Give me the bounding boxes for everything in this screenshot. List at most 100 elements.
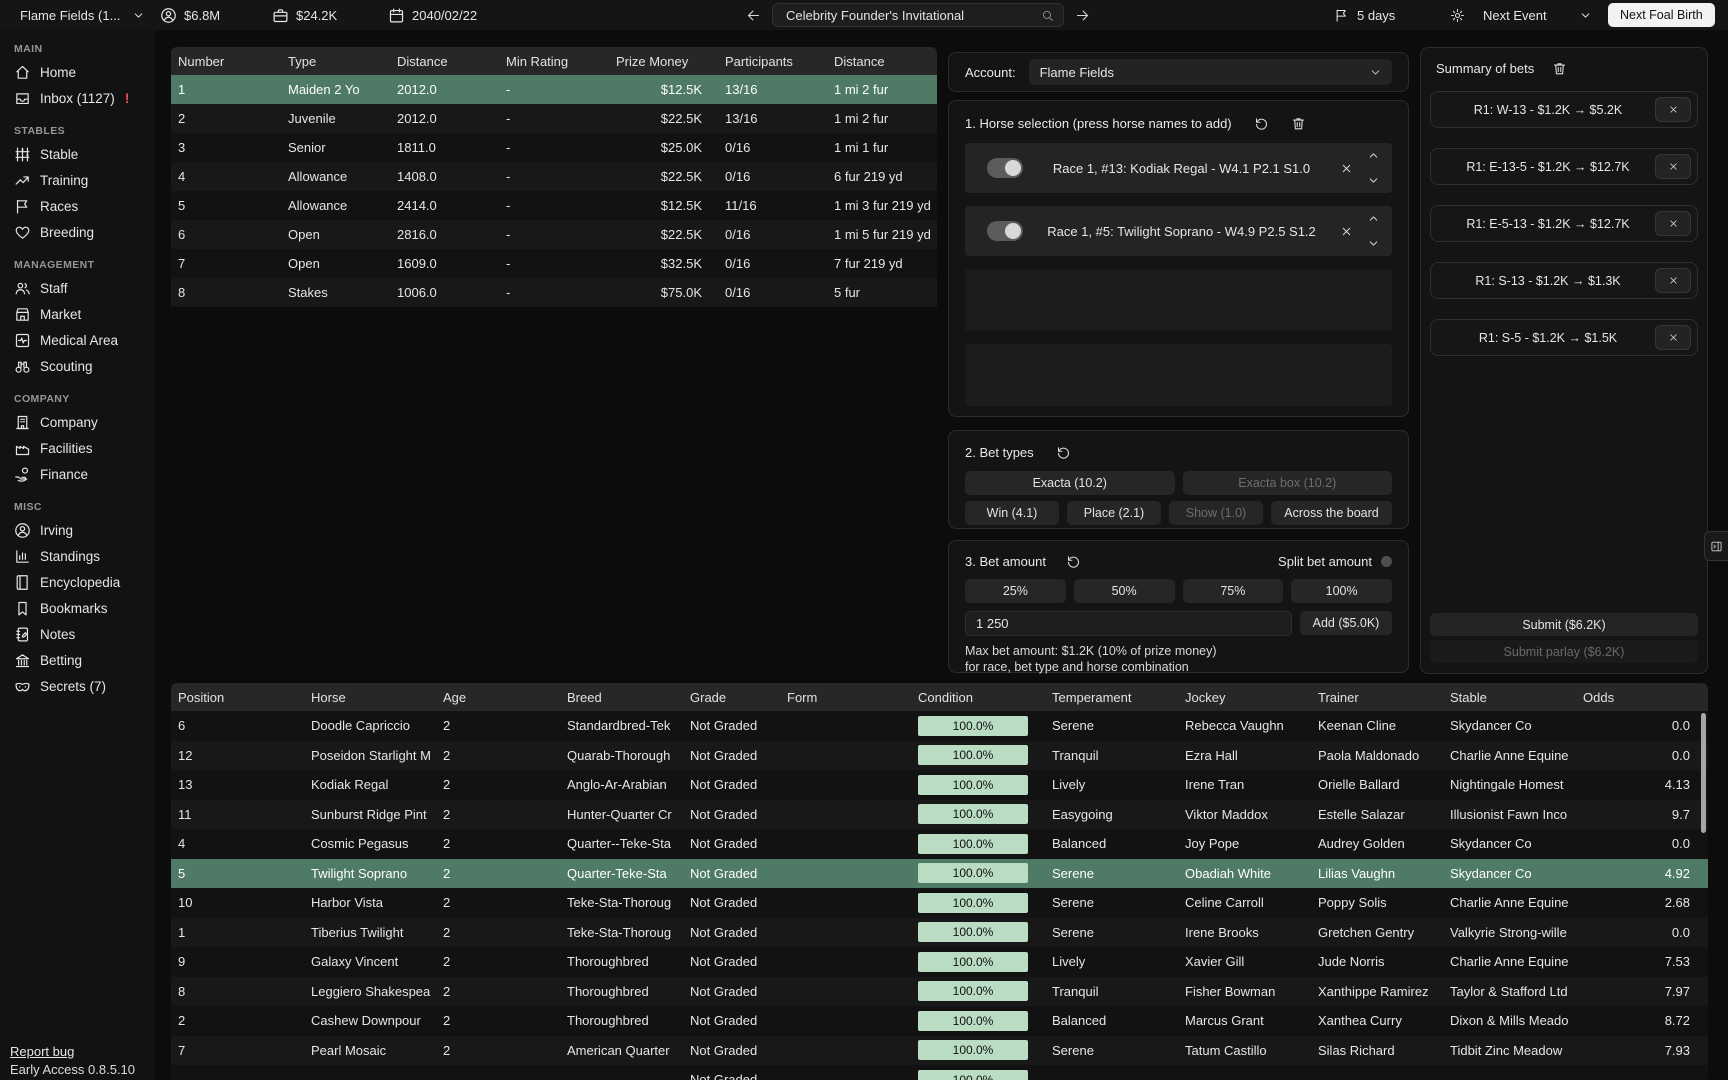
bet-type-button-show-1-0[interactable]: Show (1.0): [1169, 501, 1263, 525]
submit-parlay-button[interactable]: Submit parlay ($6.2K): [1430, 640, 1698, 663]
remove-bet-button[interactable]: [1655, 211, 1691, 236]
race-cell: 1: [171, 82, 281, 97]
vertical-scrollbar[interactable]: [1701, 713, 1706, 833]
race-row[interactable]: 7Open1609.0-$32.5K0/167 fur 219 yd: [171, 249, 937, 278]
race-row[interactable]: 3Senior1811.0-$25.0K0/161 mi 1 fur: [171, 133, 937, 162]
sidebar-item-home[interactable]: Home: [14, 59, 155, 85]
topbar: Flame Fields (1... $6.8M $24.2K 2040/02/…: [0, 0, 1728, 30]
sidebar-item-bookmarks[interactable]: Bookmarks: [14, 595, 155, 621]
sidebar-item-irving[interactable]: Irving: [14, 517, 155, 543]
horse-row[interactable]: 1Tiberius Twilight2Teke-Sta-ThorougNot G…: [171, 918, 1708, 948]
sidebar-item-medical-area[interactable]: Medical Area: [14, 327, 155, 353]
sidebar-item-finance[interactable]: Finance: [14, 461, 155, 487]
race-row[interactable]: 2Juvenile2012.0-$22.5K13/161 mi 2 fur: [171, 104, 937, 133]
sidebar-item-scouting[interactable]: Scouting: [14, 353, 155, 379]
account-select[interactable]: Flame Fields: [1029, 59, 1392, 85]
bet-type-button-win-4-1[interactable]: Win (4.1): [965, 501, 1059, 525]
settings-button[interactable]: [1450, 8, 1465, 23]
report-bug-link[interactable]: Report bug: [10, 1044, 74, 1059]
next-event-label[interactable]: Next Event: [1483, 8, 1547, 23]
submit-bets-button[interactable]: Submit ($6.2K): [1430, 613, 1698, 636]
sidebar-item-market[interactable]: Market: [14, 301, 155, 327]
remove-bet-button[interactable]: [1655, 97, 1691, 122]
condition-bar: 100.0%: [918, 804, 1028, 824]
sidebar-item-inbox-1127[interactable]: Inbox (1127)!: [14, 85, 155, 111]
bet-amount-input[interactable]: [965, 611, 1292, 636]
sidebar-item-training[interactable]: Training: [14, 167, 155, 193]
race-cell: 5: [171, 198, 281, 213]
sidebar-item-betting[interactable]: Betting: [14, 647, 155, 673]
bet-percent-button-75[interactable]: 75%: [1183, 579, 1284, 603]
home-icon: [14, 64, 31, 81]
bet-percent-button-25[interactable]: 25%: [965, 579, 1066, 603]
move-up-button[interactable]: [1367, 212, 1380, 225]
collapse-panel-button[interactable]: [1704, 531, 1728, 561]
horse-cell-horse: Poseidon Starlight M: [304, 748, 436, 763]
race-row[interactable]: 5Allowance2414.0-$12.5K11/161 mi 3 fur 2…: [171, 191, 937, 220]
clear-horses-button[interactable]: [1291, 116, 1306, 131]
horse-row[interactable]: 4Cosmic Pegasus2Quarter--Teke-StaNot Gra…: [171, 829, 1708, 859]
remove-bet-button[interactable]: [1655, 154, 1691, 179]
horse-row[interactable]: 7Pearl Mosaic2American QuarterNot Graded…: [171, 1036, 1708, 1066]
horse-row[interactable]: 6Doodle Capriccio2Standardbred-TekNot Gr…: [171, 711, 1708, 741]
sidebar-item-notes[interactable]: Notes: [14, 621, 155, 647]
sidebar-item-secrets-7[interactable]: Secrets (7): [14, 673, 155, 699]
sidebar-item-breeding[interactable]: Breeding: [14, 219, 155, 245]
race-cell: $12.5K: [609, 198, 718, 213]
reset-bet-types-button[interactable]: [1056, 445, 1071, 460]
next-foal-birth-button[interactable]: Next Foal Birth: [1608, 3, 1715, 27]
sidebar-item-races[interactable]: Races: [14, 193, 155, 219]
stable-selector[interactable]: Flame Fields (1...: [20, 0, 145, 30]
bet-type-row: Win (4.1) Place (2.1) Show (1.0) Across the…: [965, 501, 1392, 525]
remove-horse-button[interactable]: [1340, 225, 1353, 238]
sidebar-item-stable[interactable]: Stable: [14, 141, 155, 167]
horse-row[interactable]: 10Harbor Vista2Teke-Sta-ThorougNot Grade…: [171, 888, 1708, 918]
remove-horse-button[interactable]: [1340, 162, 1353, 175]
horse-row[interactable]: 13Kodiak Regal2Anglo-Ar-ArabianNot Grade…: [171, 770, 1708, 800]
move-down-button[interactable]: [1367, 237, 1380, 250]
horse-row[interactable]: 12Poseidon Starlight M2Quarab-ThoroughNo…: [171, 741, 1708, 771]
horse-toggle[interactable]: [987, 221, 1023, 241]
remove-bet-button[interactable]: [1655, 325, 1691, 350]
horse-row[interactable]: 8Leggiero Shakespea2ThoroughbredNot Grad…: [171, 977, 1708, 1007]
sidebar-item-facilities[interactable]: Facilities: [14, 435, 155, 461]
reset-horses-button[interactable]: [1254, 116, 1269, 131]
clear-bets-button[interactable]: [1552, 61, 1567, 76]
horse-row[interactable]: 2Cashew Downpour2ThoroughbredNot Graded1…: [171, 1006, 1708, 1036]
bet-percent-button-50[interactable]: 50%: [1074, 579, 1175, 603]
sidebar-section-label: MANAGEMENT: [14, 259, 155, 271]
race-cell: 0/16: [718, 140, 827, 155]
horse-row[interactable]: 9Galaxy Vincent2ThoroughbredNot Graded10…: [171, 947, 1708, 977]
horse-cell-position: 6: [171, 718, 304, 733]
split-bet-toggle[interactable]: [1381, 556, 1392, 567]
race-row[interactable]: 4Allowance1408.0-$22.5K0/166 fur 219 yd: [171, 162, 937, 191]
chevron-down-icon[interactable]: [1579, 9, 1592, 22]
race-row[interactable]: 8Stakes1006.0-$75.0K0/165 fur: [171, 278, 937, 307]
prev-event-button[interactable]: [746, 8, 761, 23]
next-event-arrow-button[interactable]: [1075, 8, 1090, 23]
reset-bet-amount-button[interactable]: [1066, 554, 1081, 569]
sidebar-item-standings[interactable]: Standings: [14, 543, 155, 569]
sidebar-item-label: Irving: [40, 523, 73, 538]
race-row[interactable]: 6Open2816.0-$22.5K0/161 mi 5 fur 219 yd: [171, 220, 937, 249]
bet-type-button-exacta-10-2[interactable]: Exacta (10.2): [965, 471, 1175, 495]
sidebar-item-company[interactable]: Company: [14, 409, 155, 435]
bet-type-button-place-2-1[interactable]: Place (2.1): [1067, 501, 1161, 525]
bet-type-button-exacta-box-10-2[interactable]: Exacta box (10.2): [1183, 471, 1393, 495]
race-row[interactable]: 1Maiden 2 Yo2012.0-$12.5K13/161 mi 2 fur: [171, 75, 937, 104]
horse-row[interactable]: 5Twilight Soprano2Quarter-Teke-StaNot Gr…: [171, 859, 1708, 889]
race-cell: 1 mi 2 fur: [827, 111, 937, 126]
sidebar-item-encyclopedia[interactable]: Encyclopedia: [14, 569, 155, 595]
add-bet-button[interactable]: Add ($5.0K): [1300, 611, 1392, 635]
event-search[interactable]: Celebrity Founder's Invitational: [772, 3, 1064, 27]
bet-type-button-across-the-board[interactable]: Across the board: [1271, 501, 1392, 525]
move-up-button[interactable]: [1367, 149, 1380, 162]
close-icon: [1668, 104, 1679, 115]
move-down-button[interactable]: [1367, 174, 1380, 187]
sidebar-item-staff[interactable]: Staff: [14, 275, 155, 301]
remove-bet-button[interactable]: [1655, 268, 1691, 293]
horse-row[interactable]: Not Graded100.0%: [171, 1065, 1708, 1080]
horse-toggle[interactable]: [987, 158, 1023, 178]
horse-row[interactable]: 11Sunburst Ridge Pint2Hunter-Quarter CrN…: [171, 800, 1708, 830]
bet-percent-button-100[interactable]: 100%: [1291, 579, 1392, 603]
